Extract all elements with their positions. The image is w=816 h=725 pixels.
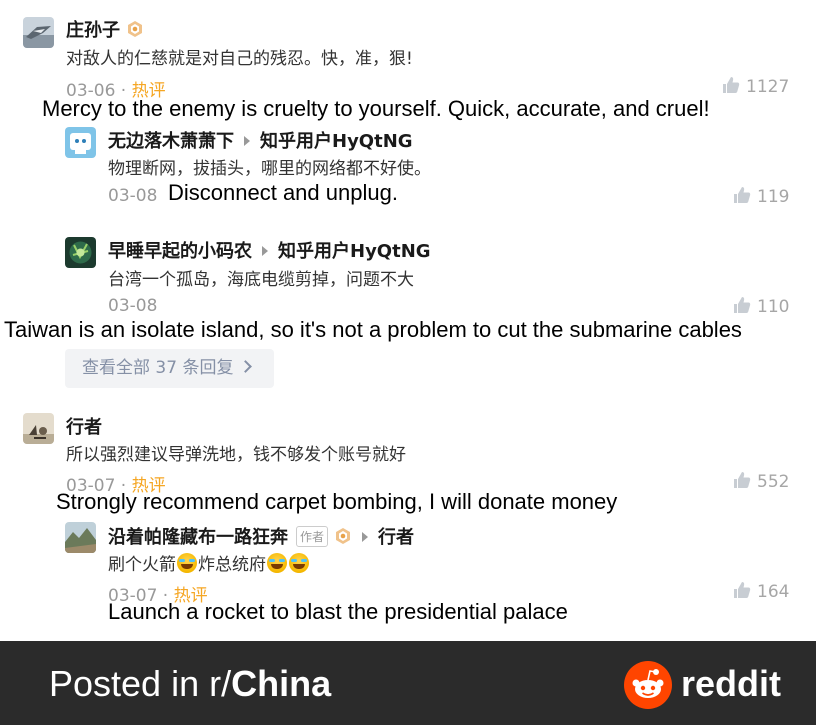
view-all-replies-button[interactable]: 查看全部 37 条回复 — [65, 349, 274, 388]
badge-icon — [334, 527, 352, 545]
laugh-cry-emoji-icon — [267, 553, 287, 573]
avatar[interactable] — [23, 17, 54, 48]
reply-text-continued: 炸总统府 — [198, 555, 266, 575]
posted-in-prefix: Posted in r/ — [49, 663, 232, 704]
thumbs-up-icon — [733, 471, 751, 489]
subreddit-name[interactable]: China — [231, 663, 331, 704]
avatar[interactable] — [65, 127, 96, 158]
username[interactable]: 早睡早起的小码农 — [108, 241, 252, 262]
username[interactable]: 行者 — [66, 413, 102, 439]
username[interactable]: 无边落木萧萧下 — [108, 131, 234, 152]
author-tag: 作者 — [296, 526, 329, 547]
like-count: 552 — [757, 472, 790, 492]
like-count: 119 — [757, 187, 790, 207]
translation-text: Launch a rocket to blast the presidentia… — [108, 599, 568, 624]
badge-icon — [126, 20, 144, 38]
chevron-right-icon — [239, 360, 253, 373]
like-count: 1127 — [746, 77, 790, 97]
reply-text: 物理断网，拔插头，哪里的网络都不好使。 — [108, 159, 431, 179]
reply-arrow-icon — [262, 246, 268, 256]
reply-to-username[interactable]: 行者 — [378, 527, 414, 548]
reply-to-username[interactable]: 知乎用户HyQtNG — [260, 131, 413, 152]
comment-text: 所以强烈建议导弹洗地，钱不够发个账号就好 — [66, 445, 406, 465]
view-all-label: 查看全部 37 条回复 — [82, 358, 234, 378]
reply-arrow-icon — [362, 532, 369, 542]
like-button[interactable]: 164 — [733, 581, 789, 602]
reddit-wordmark: reddit — [681, 663, 782, 704]
translation-text: Taiwan is an isolate island, so it's not… — [4, 317, 742, 342]
reddit-footer-bar: Posted in r/China reddit — [0, 641, 816, 725]
username[interactable]: 沿着帕隆藏布一路狂奔 — [108, 527, 288, 548]
reply-date: 03-08 — [108, 296, 158, 316]
thumbs-up-icon — [722, 76, 740, 94]
like-button[interactable]: 552 — [733, 471, 789, 492]
posted-in-label: Posted in r/China — [49, 663, 331, 705]
like-button[interactable]: 110 — [733, 296, 789, 317]
thumbs-up-icon — [733, 296, 751, 314]
avatar[interactable] — [65, 237, 96, 268]
reply-text: 刷个火箭 — [108, 555, 176, 575]
like-button[interactable]: 1127 — [722, 76, 789, 97]
thumbs-up-icon — [733, 186, 751, 204]
translation-text: Mercy to the enemy is cruelty to yoursel… — [42, 96, 710, 121]
like-button[interactable]: 119 — [733, 186, 789, 207]
laugh-cry-emoji-icon — [177, 553, 197, 573]
reply-date: 03-08 — [108, 186, 158, 206]
like-count: 164 — [757, 582, 790, 602]
laugh-cry-emoji-icon — [289, 553, 309, 573]
reddit-logo-icon — [624, 661, 672, 709]
reply-to-username[interactable]: 知乎用户HyQtNG — [278, 241, 431, 262]
reply-arrow-icon — [244, 136, 250, 146]
like-count: 110 — [757, 297, 790, 317]
comment-text: 对敌人的仁慈就是对自己的残忍。快，准，狠! — [66, 49, 413, 69]
reply-text: 台湾一个孤岛，海底电缆剪掉，问题不大 — [108, 270, 414, 290]
username[interactable]: 庄孙子 — [66, 20, 120, 41]
translation-text: Disconnect and unplug. — [168, 180, 398, 205]
translation-text: Strongly recommend carpet bombing, I wil… — [56, 489, 618, 514]
avatar[interactable] — [23, 413, 54, 444]
thumbs-up-icon — [733, 581, 751, 599]
avatar[interactable] — [65, 522, 96, 553]
